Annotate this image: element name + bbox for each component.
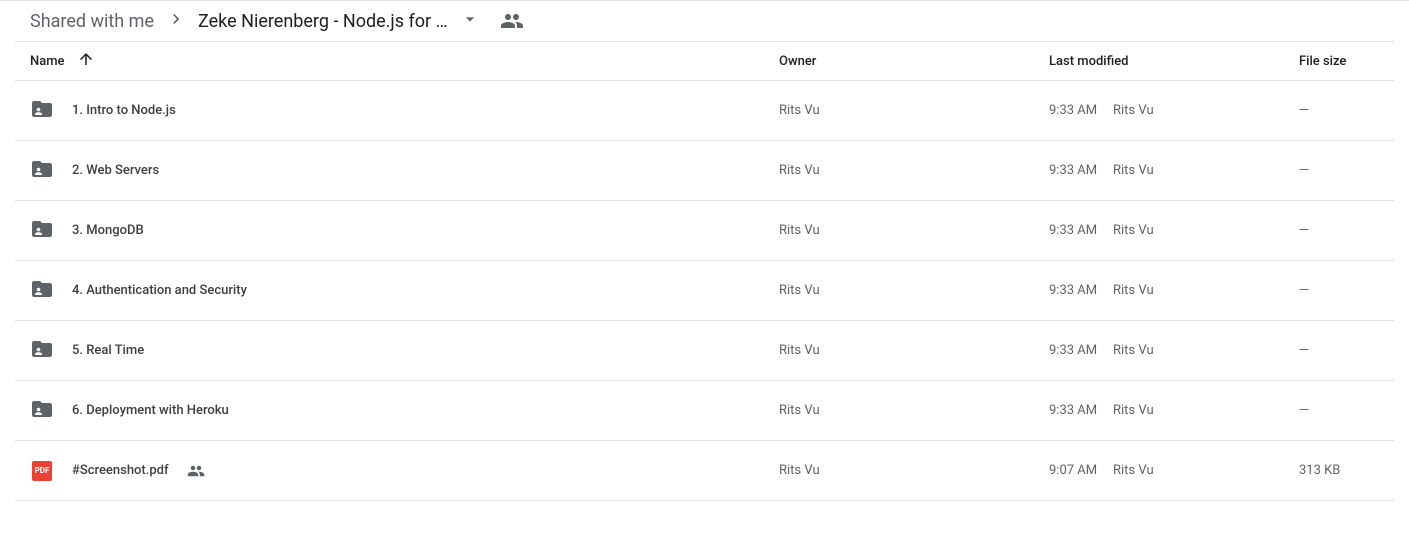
modified-time: 9:33 AM (1049, 103, 1113, 118)
cell-owner: Rits Vu (779, 343, 1049, 358)
pdf-icon: PDF (32, 461, 52, 481)
cell-size: — (1299, 223, 1379, 238)
file-list: 1. Intro to Node.jsRits Vu9:33 AMRits Vu… (15, 81, 1394, 501)
modified-time: 9:33 AM (1049, 163, 1113, 178)
column-header-size[interactable]: File size (1299, 54, 1379, 69)
cell-name: 5. Real Time (30, 337, 779, 365)
cell-name: 3. MongoDB (30, 217, 779, 245)
cell-name: 6. Deployment with Heroku (30, 397, 779, 425)
folder-shared-icon (30, 217, 54, 245)
folder-shared-icon (30, 97, 54, 125)
modified-by: Rits Vu (1113, 163, 1154, 178)
cell-size: — (1299, 403, 1379, 418)
caret-down-icon[interactable] (460, 9, 480, 33)
cell-name: PDF #Screenshot.pdf (30, 461, 779, 481)
file-name: 2. Web Servers (72, 163, 159, 178)
modified-time: 9:33 AM (1049, 403, 1113, 418)
modified-by: Rits Vu (1113, 223, 1154, 238)
file-name: 6. Deployment with Heroku (72, 403, 229, 418)
modified-by: Rits Vu (1113, 283, 1154, 298)
table-header-row: Name Owner Last modified File size (15, 41, 1394, 81)
breadcrumb: Shared with me Zeke Nierenberg - Node.js… (0, 0, 1409, 41)
table-row[interactable]: 4. Authentication and Security Rits Vu9:3… (15, 261, 1394, 321)
cell-name: 4. Authentication and Security (30, 277, 779, 305)
cell-owner: Rits Vu (779, 163, 1049, 178)
column-header-name[interactable]: Name (30, 50, 779, 72)
file-name: 5. Real Time (72, 343, 144, 358)
table-row[interactable]: 2. Web ServersRits Vu9:33 AMRits Vu— (15, 141, 1394, 201)
file-name: 3. MongoDB (72, 223, 144, 238)
cell-size: — (1299, 343, 1379, 358)
cell-modified: 9:33 AMRits Vu (1049, 343, 1299, 358)
file-name: 4. Authentication and Security (72, 283, 247, 298)
breadcrumb-root[interactable]: Shared with me (30, 11, 154, 32)
cell-owner: Rits Vu (779, 223, 1049, 238)
cell-name: 1. Intro to Node.js (30, 97, 779, 125)
cell-size: 313 KB (1299, 463, 1379, 478)
sort-ascending-icon (77, 50, 95, 72)
column-header-name-label: Name (30, 54, 65, 69)
modified-time: 9:33 AM (1049, 283, 1113, 298)
cell-size: — (1299, 103, 1379, 118)
cell-owner: Rits Vu (779, 403, 1049, 418)
cell-modified: 9:33 AMRits Vu (1049, 283, 1299, 298)
table-row[interactable]: 5. Real TimeRits Vu9:33 AMRits Vu— (15, 321, 1394, 381)
modified-by: Rits Vu (1113, 403, 1154, 418)
chevron-right-icon (166, 9, 186, 33)
cell-size: — (1299, 163, 1379, 178)
modified-time: 9:33 AM (1049, 223, 1113, 238)
table-row[interactable]: PDF#Screenshot.pdfRits Vu9:07 AMRits Vu3… (15, 441, 1394, 501)
modified-by: Rits Vu (1113, 463, 1154, 478)
modified-time: 9:07 AM (1049, 463, 1113, 478)
folder-shared-icon (30, 397, 54, 425)
cell-modified: 9:33 AMRits Vu (1049, 103, 1299, 118)
modified-by: Rits Vu (1113, 103, 1154, 118)
column-header-owner[interactable]: Owner (779, 54, 1049, 69)
cell-owner: Rits Vu (779, 103, 1049, 118)
shared-icon (187, 462, 205, 480)
modified-time: 9:33 AM (1049, 343, 1113, 358)
cell-modified: 9:33 AMRits Vu (1049, 403, 1299, 418)
cell-modified: 9:33 AMRits Vu (1049, 163, 1299, 178)
table-row[interactable]: 1. Intro to Node.js Rits Vu9:33 AMRits Vu… (15, 81, 1394, 141)
modified-by: Rits Vu (1113, 343, 1154, 358)
cell-size: — (1299, 283, 1379, 298)
folder-shared-icon (30, 277, 54, 305)
table-row[interactable]: 3. MongoDBRits Vu9:33 AMRits Vu— (15, 201, 1394, 261)
file-name: #Screenshot.pdf (72, 463, 169, 478)
cell-modified: 9:07 AMRits Vu (1049, 463, 1299, 478)
breadcrumb-current[interactable]: Zeke Nierenberg - Node.js for … (198, 11, 448, 32)
folder-shared-icon (30, 337, 54, 365)
folder-shared-icon (30, 157, 54, 185)
file-name: 1. Intro to Node.js (72, 103, 176, 118)
cell-owner: Rits Vu (779, 463, 1049, 478)
cell-name: 2. Web Servers (30, 157, 779, 185)
column-header-modified[interactable]: Last modified (1049, 54, 1299, 69)
cell-modified: 9:33 AMRits Vu (1049, 223, 1299, 238)
cell-owner: Rits Vu (779, 283, 1049, 298)
table-row[interactable]: 6. Deployment with Heroku Rits Vu9:33 AMR… (15, 381, 1394, 441)
people-icon[interactable] (500, 9, 524, 33)
